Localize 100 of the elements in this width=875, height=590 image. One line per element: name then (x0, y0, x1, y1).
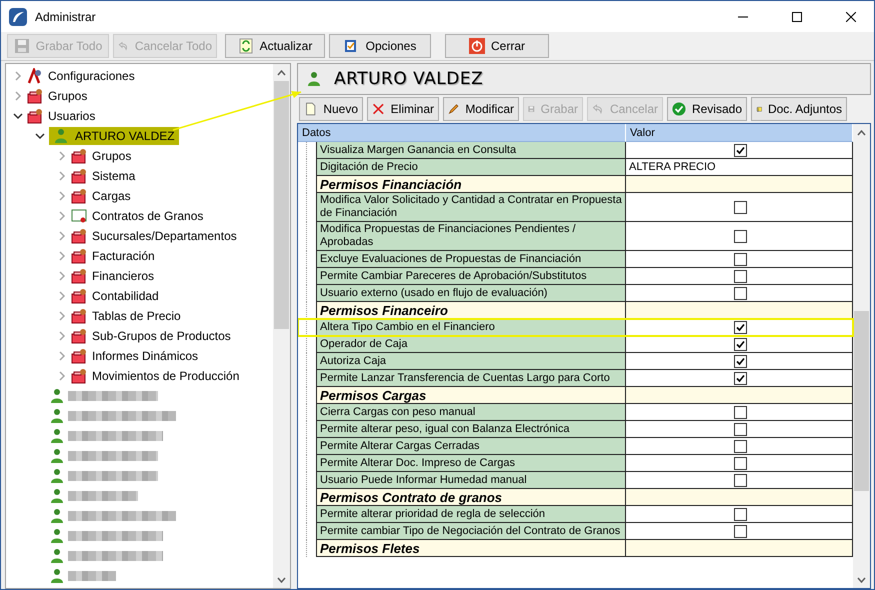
checkbox[interactable] (734, 422, 747, 436)
permission-label: Excluye Evaluaciones de Propuestas de Financiación (316, 251, 626, 268)
folder-icon (71, 168, 87, 184)
checkbox[interactable] (734, 252, 747, 266)
chevron-down-icon[interactable] (13, 111, 23, 121)
checkbox[interactable] (734, 230, 747, 242)
column-header[interactable]: Valor (626, 124, 853, 142)
checkbox[interactable] (734, 508, 747, 520)
checkbox[interactable] (734, 440, 747, 452)
checkbox[interactable] (734, 286, 747, 300)
app-logo-icon (9, 8, 27, 26)
scrollbar[interactable] (853, 124, 870, 588)
user-icon (49, 508, 65, 524)
permission-label: Autoriza Caja (316, 353, 626, 370)
permission-label: Permite Lanzar Transferencia de Cuentas Largo para Corto (316, 370, 626, 387)
folder-icon (27, 108, 43, 124)
scrollbar[interactable] (273, 64, 290, 588)
folder-icon (71, 268, 87, 284)
permission-label: Permite Alterar Cargas Cerradas (316, 438, 626, 455)
tree-item[interactable]: Tablas de Precio (90, 308, 183, 324)
column-header[interactable]: Datos (298, 124, 626, 142)
tree-item[interactable]: Movimientos de Producción (90, 368, 242, 384)
permission-label: Usuario externo (usado en flujo de evaluación) (316, 285, 626, 302)
blurred-label (68, 491, 138, 501)
checkbox[interactable] (734, 354, 747, 368)
tree-item[interactable]: Grupos (90, 148, 134, 164)
section-heading: Permisos Cargas (316, 387, 626, 404)
checkmark-icon (672, 101, 686, 117)
checkbox[interactable] (734, 338, 747, 350)
action-button[interactable]: Modificar (443, 97, 519, 121)
section-heading: Permisos Fletes (316, 540, 626, 557)
section-heading: Permisos Financeiro (316, 302, 626, 319)
folder-icon (71, 348, 87, 364)
tree-item[interactable]: Configuraciones (46, 68, 137, 84)
permission-label: Cierra Cargas con peso manual (316, 404, 626, 421)
tree-item[interactable]: Grupos (46, 88, 90, 104)
permission-label: Visualiza Margen Ganancia en Consulta (316, 142, 626, 159)
section-heading: Permisos Contrato de granos (316, 489, 626, 506)
tree-item[interactable]: Contabilidad (90, 288, 161, 304)
blurred-label (68, 571, 116, 581)
checkbox[interactable] (734, 144, 747, 156)
toolbar-button[interactable]: Opciones (329, 34, 431, 58)
permission-label: Usuario Puede Informar Humedad manual (316, 472, 626, 489)
folder-icon (71, 368, 87, 384)
checkbox[interactable] (734, 270, 747, 282)
permission-label: Permite Alterar Doc. Impreso de Cargas (316, 455, 626, 472)
action-button[interactable]: Revisado (667, 97, 747, 121)
scroll-up-icon[interactable] (277, 70, 286, 76)
permission-label: Modifica Valor Solicitado y Cantidad a Contratar en Propuesta de Financiación (316, 193, 626, 222)
tree-item[interactable]: Facturación (90, 248, 157, 264)
folder-icon (71, 288, 87, 304)
permission-label: Permite cambiar Tipo de Negociación del Contrato de Granos (316, 523, 626, 540)
checkbox[interactable] (734, 372, 747, 384)
checkbox[interactable] (734, 406, 747, 418)
tree-item[interactable]: Sucursales/Departamentos (90, 228, 239, 244)
section-heading: Permisos Financiación (316, 176, 626, 193)
permission-label: Permite alterar prioridad de regla de selección (316, 506, 626, 523)
maximize-icon (792, 12, 802, 22)
tree-item[interactable]: Sistema (90, 168, 138, 184)
user-icon (53, 128, 69, 144)
permission-label: Permite Cambiar Pareceres de Aprobación/Substitutos (316, 268, 626, 285)
configuration-icon (27, 68, 43, 84)
window-title: Administrar (35, 10, 97, 24)
folder-icon (71, 228, 87, 244)
delete-icon (372, 101, 385, 117)
permission-label: Operador de Caja (316, 336, 626, 353)
user-icon (49, 388, 65, 404)
checkbox[interactable] (734, 456, 747, 470)
checkbox[interactable] (734, 320, 747, 334)
tree-item[interactable]: ARTURO VALDEZ (49, 127, 179, 145)
checkbox[interactable] (734, 200, 747, 214)
user-icon (49, 428, 65, 444)
action-button[interactable]: Nuevo (299, 97, 363, 121)
scroll-down-icon[interactable] (277, 576, 286, 582)
toolbar-button[interactable]: Actualizar (225, 34, 325, 58)
action-button[interactable]: Eliminar (367, 97, 439, 121)
user-icon (49, 448, 65, 464)
action-button[interactable]: Doc. Adjuntos (751, 97, 847, 121)
permission-label: Modifica Propuestas de Financiaciones Pendientes / Aprobadas (316, 222, 626, 251)
tree-item[interactable]: Financieros (90, 268, 156, 284)
tree-item[interactable]: Contratos de Granos (90, 208, 206, 224)
user-icon (49, 548, 65, 564)
toolbar-button[interactable]: Cerrar (445, 34, 549, 58)
folder-icon (71, 328, 87, 344)
permission-label: Altera Tipo Cambio en el Financiero (316, 319, 626, 336)
checkbox[interactable] (734, 524, 747, 538)
tree-item[interactable]: Sub-Grupos de Productos (90, 328, 233, 344)
scroll-up-icon[interactable] (857, 130, 866, 136)
tree-item[interactable]: Cargas (90, 188, 133, 204)
tree-item[interactable]: Informes Dinámicos (90, 348, 200, 364)
tree-item[interactable]: Usuarios (46, 108, 98, 124)
folder-icon (27, 88, 43, 104)
refresh-icon (238, 38, 254, 54)
permission-label: Digitación de Precio (316, 159, 626, 176)
scroll-down-icon[interactable] (857, 576, 866, 582)
chevron-down-icon[interactable] (35, 131, 45, 141)
blank-page-icon (304, 101, 318, 117)
checkbox[interactable] (734, 474, 747, 486)
certificate-icon (71, 208, 87, 224)
folder-icon (71, 148, 87, 164)
